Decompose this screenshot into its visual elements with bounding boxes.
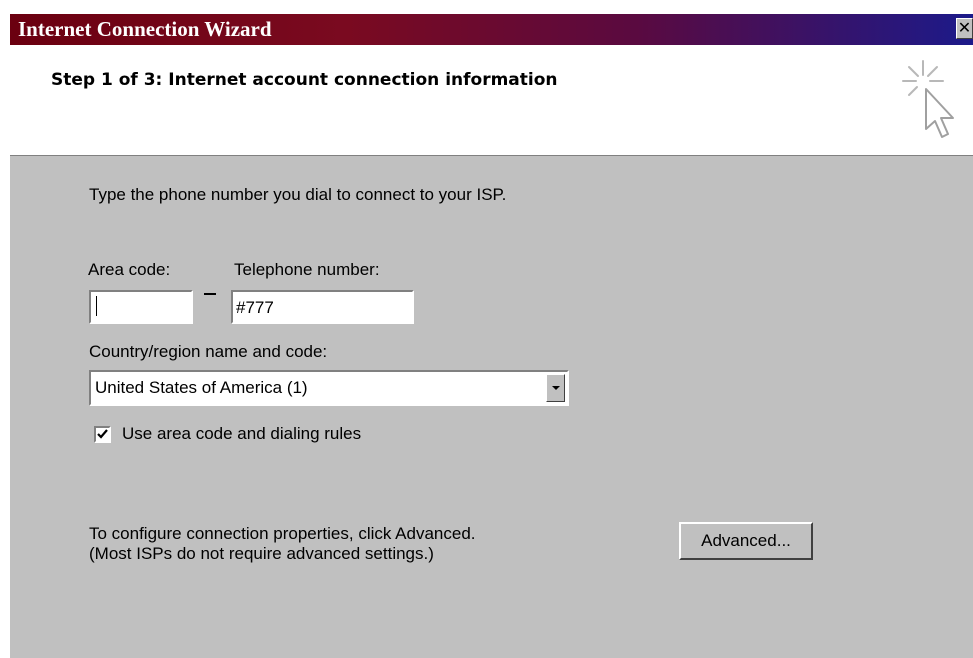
country-selected-value: United States of America (1) [95, 378, 308, 397]
dialing-rules-label[interactable]: Use area code and dialing rules [122, 424, 361, 444]
telephone-number-label: Telephone number: [234, 260, 380, 279]
advanced-note-line1: To configure connection properties, clic… [89, 524, 476, 543]
advanced-note-line2: (Most ISPs do not require advanced setti… [89, 544, 434, 563]
advanced-button[interactable]: Advanced... [679, 522, 813, 560]
step-title: Step 1 of 3: Internet account connection… [51, 70, 558, 90]
chevron-down-icon [552, 386, 560, 390]
telephone-number-input[interactable] [231, 290, 414, 324]
close-icon: ✕ [957, 18, 972, 37]
text-caret [96, 296, 97, 316]
area-code-label: Area code: [88, 260, 171, 279]
checkmark-icon [97, 429, 108, 439]
country-dropdown-button[interactable] [546, 374, 565, 402]
dialing-rules-checkbox[interactable] [94, 426, 111, 443]
window-title: Internet Connection Wizard [18, 17, 272, 41]
wizard-sparkle-cursor-icon [902, 60, 954, 138]
wizard-header: Step 1 of 3: Internet account connection… [10, 45, 973, 156]
country-label: Country/region name and code: [89, 342, 328, 361]
close-button[interactable]: ✕ [956, 18, 973, 39]
phone-dash-separator [204, 293, 216, 295]
area-code-input[interactable] [89, 290, 193, 324]
title-bar[interactable]: Internet Connection Wizard ✕ [10, 14, 973, 45]
instruction-text: Type the phone number you dial to connec… [89, 185, 507, 204]
country-select[interactable]: United States of America (1) [89, 370, 569, 406]
wizard-window: Internet Connection Wizard ✕ Step 1 of 3… [10, 14, 973, 658]
